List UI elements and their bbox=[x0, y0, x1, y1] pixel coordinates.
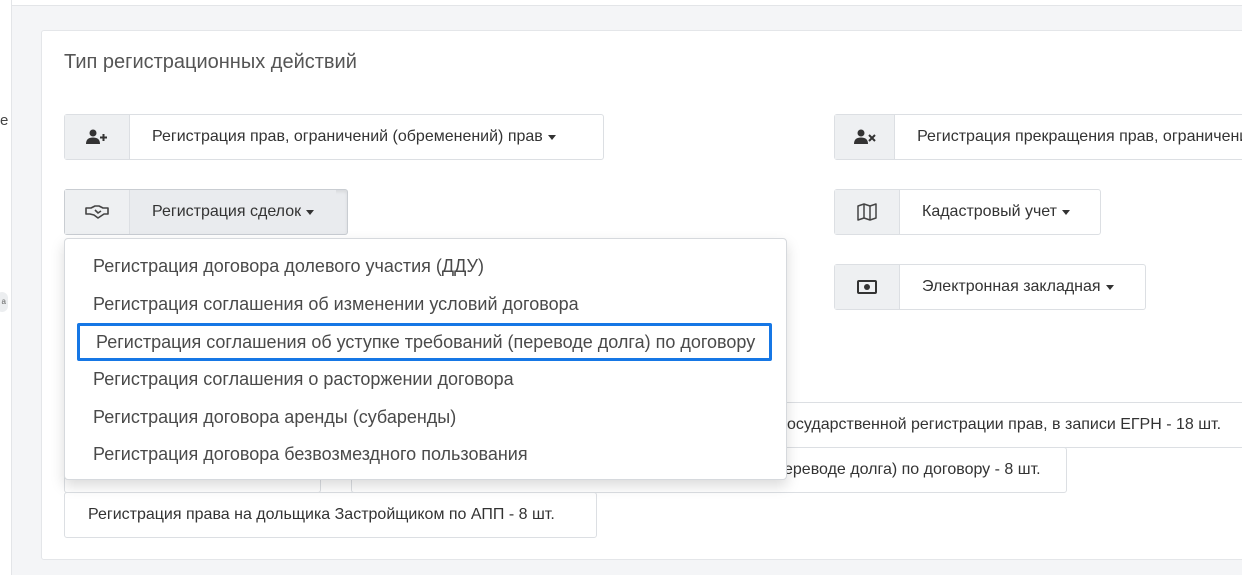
termination-registration-button[interactable]: Регистрация прекращения прав, ограничени… bbox=[834, 114, 1242, 160]
left-panel-edge: е а bbox=[0, 0, 12, 575]
dropdown-item-ddu[interactable]: Регистрация договора долевого участия (Д… bbox=[65, 248, 786, 286]
map-icon bbox=[835, 190, 900, 234]
chevron-down-icon bbox=[1105, 284, 1114, 290]
dropdown-item-amendment[interactable]: Регистрация соглашения об изменении усло… bbox=[65, 286, 786, 324]
history-item-label: ереводе долга) по договору - 8 шт. bbox=[784, 461, 1041, 478]
money-icon bbox=[835, 265, 900, 309]
history-item-label: осударственной регистрации прав, в запис… bbox=[787, 416, 1222, 433]
clipped-text-fragment: е bbox=[0, 112, 9, 129]
section-title: Тип регистрационных действий bbox=[64, 51, 357, 73]
deals-dropdown-menu: Регистрация договора долевого участия (Д… bbox=[64, 238, 787, 480]
top-bar-edge bbox=[12, 0, 1242, 6]
rights-registration-button[interactable]: Регистрация прав, ограничений (обременен… bbox=[64, 114, 604, 160]
dropdown-item-free-use[interactable]: Регистрация договора безвозмездного поль… bbox=[65, 436, 786, 474]
chevron-down-icon bbox=[547, 134, 556, 140]
deals-registration-label: Регистрация сделок bbox=[152, 203, 302, 220]
cadastral-registration-label: Кадастровый учет bbox=[922, 203, 1057, 220]
user-plus-icon bbox=[65, 115, 130, 159]
user-times-icon bbox=[835, 115, 896, 159]
dropdown-item-termination[interactable]: Регистрация соглашения о расторжении дог… bbox=[65, 361, 786, 399]
electronic-mortgage-label: Электронная закладная bbox=[922, 278, 1101, 295]
cadastral-registration-button[interactable]: Кадастровый учет bbox=[834, 189, 1101, 235]
clipped-badge: а bbox=[0, 292, 8, 312]
history-item-label: Регистрация права на дольщика Застройщик… bbox=[88, 506, 555, 523]
chevron-down-icon bbox=[1062, 209, 1070, 215]
history-item[interactable]: осударственной регистрации прав, в запис… bbox=[762, 402, 1242, 448]
electronic-mortgage-button[interactable]: Электронная закладная bbox=[834, 264, 1146, 310]
dropdown-item-assignment[interactable]: Регистрация соглашения об уступке требов… bbox=[77, 323, 772, 361]
termination-registration-label: Регистрация прекращения прав, ограничени… bbox=[917, 128, 1242, 145]
dropdown-item-lease[interactable]: Регистрация договора аренды (субаренды) bbox=[65, 399, 786, 437]
chevron-down-icon bbox=[306, 209, 315, 215]
deals-registration-button[interactable]: Регистрация сделок bbox=[64, 189, 348, 235]
handshake-icon bbox=[65, 190, 130, 234]
history-item[interactable]: Регистрация права на дольщика Застройщик… bbox=[64, 492, 597, 538]
rights-registration-label: Регистрация прав, ограничений (обременен… bbox=[152, 128, 543, 145]
